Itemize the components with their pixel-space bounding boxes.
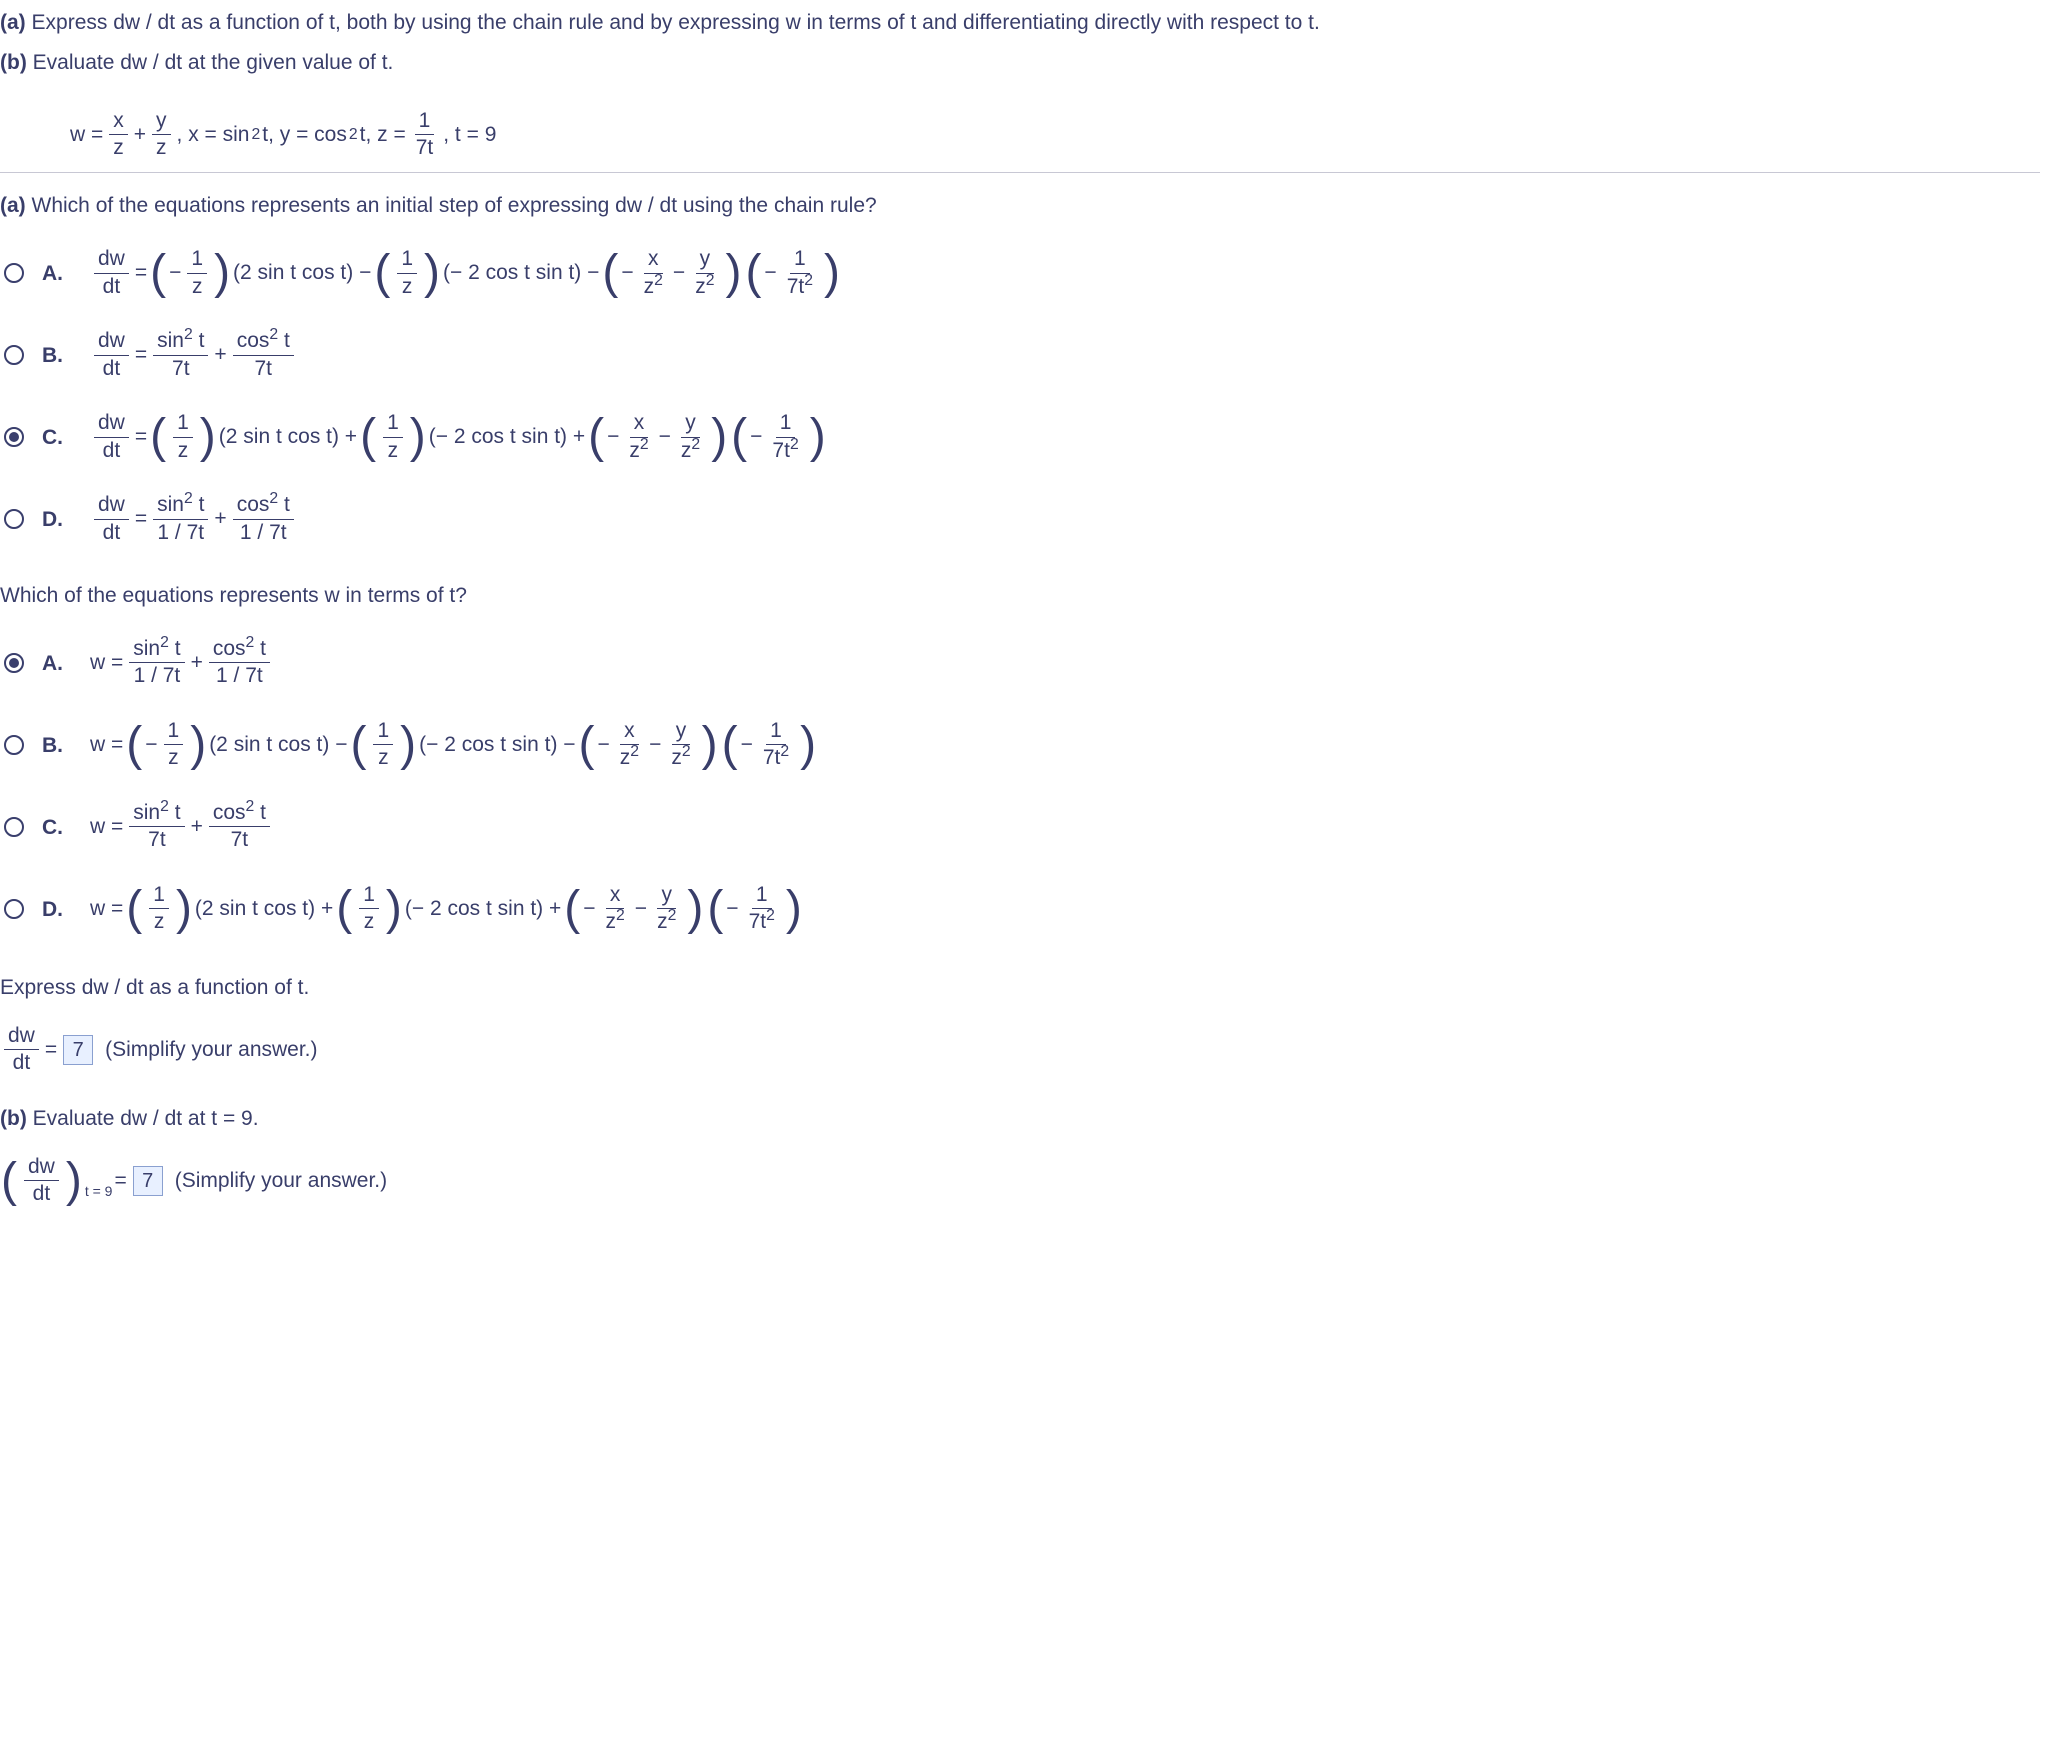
given-equations: w = xz + yz , x = sin2 t, y = cos2 t, z … — [70, 109, 2040, 160]
radio-q2-a[interactable] — [4, 653, 24, 673]
q1-option-d[interactable]: D. dwdt = sin2 t1 / 7t + cos2 t1 / 7t — [0, 487, 2040, 551]
q2-option-a[interactable]: A. w = sin2 t1 / 7t + cos2 t1 / 7t — [0, 631, 2040, 695]
radio-q1-c[interactable] — [4, 427, 24, 447]
q1-option-a[interactable]: A. dwdt = (− 1z) (2 sin t cos t) − (1z) … — [0, 241, 2040, 305]
part-a-prompt: (a) Express dw / dt as a function of t, … — [0, 6, 2040, 40]
part-b-evaluate-prompt: (b) Evaluate dw / dt at t = 9. — [0, 1102, 2040, 1136]
q2-option-d[interactable]: D. w = (1z) (2 sin t cos t) + (1z) (− 2 … — [0, 877, 2040, 941]
q2-option-b[interactable]: B. w = (− 1z) (2 sin t cos t) − (1z) (− … — [0, 713, 2040, 777]
question-1-text: (a) Which of the equations represents an… — [0, 189, 2040, 223]
radio-q1-d[interactable] — [4, 509, 24, 529]
answer-input-express[interactable]: 7 — [63, 1035, 93, 1065]
radio-q2-c[interactable] — [4, 817, 24, 837]
part-b-answer-row: ( dwdt ) t = 9 = 7 (Simplify your answer… — [0, 1155, 2040, 1206]
q1-option-c[interactable]: C. dwdt = (1z) (2 sin t cos t) + (1z) (−… — [0, 405, 2040, 469]
question-2-text: Which of the equations represents w in t… — [0, 579, 2040, 613]
radio-q2-d[interactable] — [4, 899, 24, 919]
q2-option-c[interactable]: C. w = sin2 t7t + cos2 t7t — [0, 795, 2040, 859]
radio-q1-b[interactable] — [4, 345, 24, 365]
express-prompt: Express dw / dt as a function of t. — [0, 971, 2040, 1005]
q1-option-b[interactable]: B. dwdt = sin2 t7t + cos2 t7t — [0, 323, 2040, 387]
divider — [0, 172, 2040, 173]
radio-q1-a[interactable] — [4, 263, 24, 283]
answer-input-partb[interactable]: 7 — [133, 1166, 163, 1196]
part-b-prompt: (b) Evaluate dw / dt at the given value … — [0, 46, 2040, 80]
express-answer-row: dwdt = 7 (Simplify your answer.) — [0, 1024, 2040, 1075]
radio-q2-b[interactable] — [4, 735, 24, 755]
